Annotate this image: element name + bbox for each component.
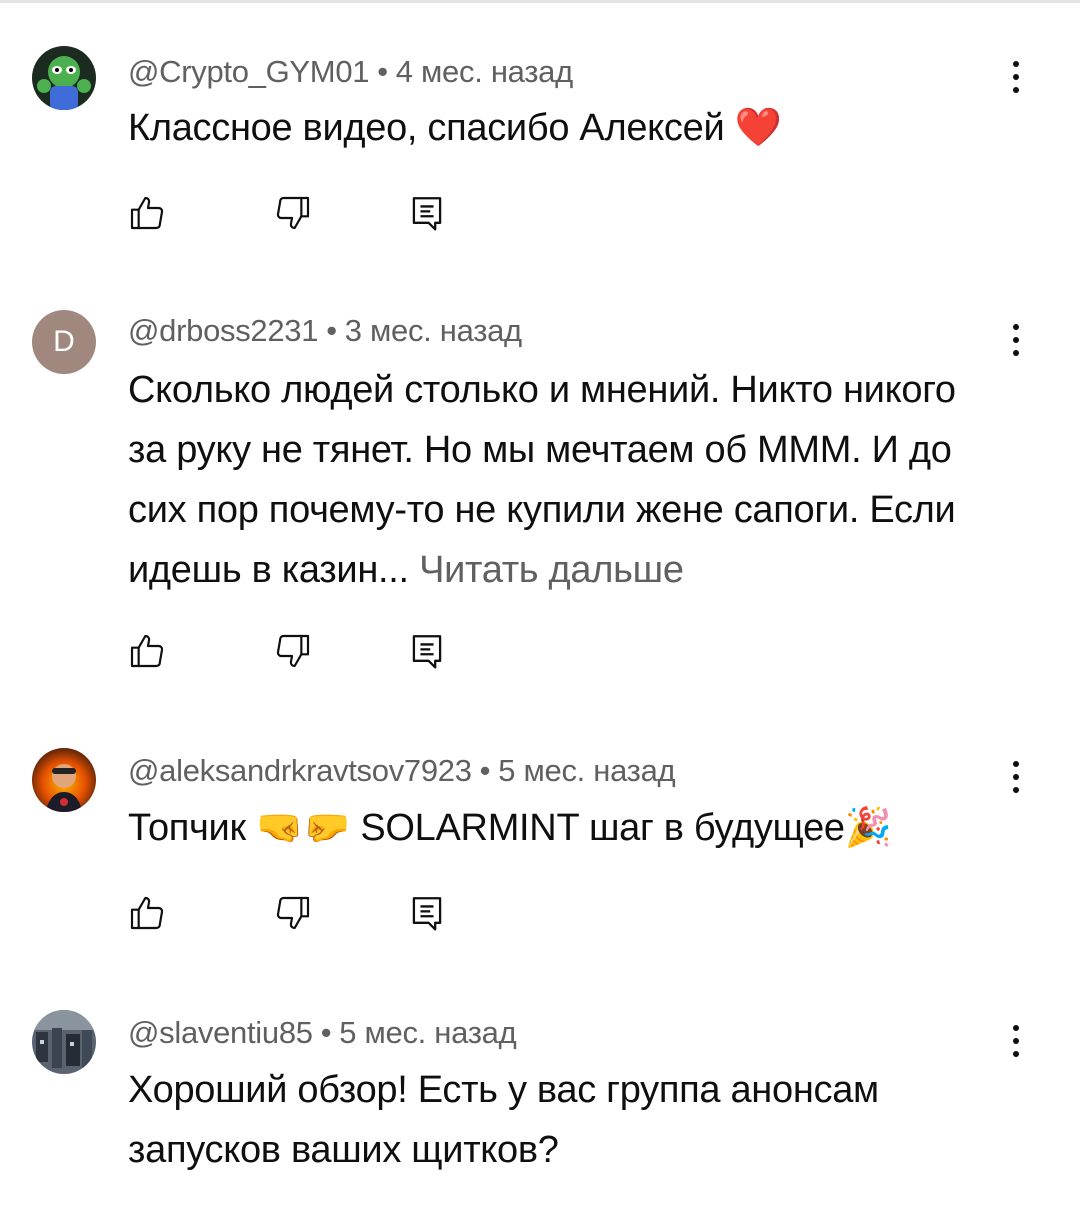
reply-icon: [412, 197, 442, 231]
dislike-button[interactable]: [270, 890, 316, 936]
like-button[interactable]: [124, 190, 170, 236]
comment-actions: [0, 628, 500, 678]
comment-author[interactable]: @drboss2231: [128, 313, 318, 348]
avatar[interactable]: [32, 46, 96, 110]
comment-time[interactable]: 4 мес. назад: [396, 54, 573, 89]
more-vert-icon: [1013, 61, 1019, 67]
dislike-button[interactable]: [270, 190, 316, 236]
comment-time[interactable]: 3 мес. назад: [345, 313, 522, 348]
comment-menu-button[interactable]: [1000, 757, 1032, 797]
avatar[interactable]: [32, 748, 96, 812]
thumbs-up-icon: [130, 896, 164, 930]
comment-author[interactable]: @slaventiu85: [128, 1015, 313, 1050]
comment-author[interactable]: @aleksandrkravtsov7923: [128, 753, 472, 788]
more-vert-icon: [1013, 1025, 1019, 1031]
comment-time[interactable]: 5 мес. назад: [339, 1015, 516, 1050]
comment-menu-button[interactable]: [1000, 320, 1032, 360]
comment-menu-button[interactable]: [1000, 57, 1032, 97]
separator-dot: •: [326, 313, 337, 348]
separator-dot: •: [320, 1015, 332, 1050]
comment-text: Топчик 🤜🤛 SOLARMINT шаг в будущее🎉: [128, 807, 892, 849]
top-divider: [0, 0, 1080, 3]
heart-emoji: ❤️: [734, 107, 782, 149]
reply-icon: [412, 897, 442, 931]
separator-dot: •: [479, 753, 491, 788]
thumbs-down-icon: [276, 634, 310, 668]
party-popper-emoji: 🎉: [844, 807, 892, 849]
dislike-button[interactable]: [270, 628, 316, 674]
reply-button[interactable]: [404, 190, 450, 236]
comment-actions: [0, 890, 500, 940]
comment-time[interactable]: 5 мес. назад: [498, 753, 675, 788]
avatar[interactable]: D: [32, 310, 96, 374]
comment-meta: @aleksandrkravtsov7923 • 5 мес. назад: [128, 753, 676, 789]
avatar[interactable]: [32, 1010, 96, 1074]
comment-text: Классное видео, спасибо Алексей ❤️: [128, 107, 782, 149]
comment-meta: @drboss2231 • 3 мес. назад: [128, 313, 522, 349]
avatar-letter: D: [53, 325, 75, 358]
thumbs-up-icon: [130, 634, 164, 668]
more-vert-icon: [1013, 324, 1019, 330]
comment-meta: @Crypto_GYM01 • 4 мес. назад: [128, 54, 573, 90]
comment-meta: @slaventiu85 • 5 мес. назад: [128, 1015, 517, 1051]
comment-menu-button[interactable]: [1000, 1021, 1032, 1061]
thumbs-down-icon: [276, 196, 310, 230]
reply-button[interactable]: [404, 628, 450, 674]
comment-actions: [0, 190, 500, 240]
more-vert-icon: [1013, 761, 1019, 767]
fist-bump-emoji: 🤜🤛: [256, 807, 351, 849]
reply-button[interactable]: [404, 890, 450, 936]
comment-text: Хороший обзор! Есть у вас группа анонсам…: [128, 1069, 879, 1171]
comment-author[interactable]: @Crypto_GYM01: [128, 54, 370, 89]
like-button[interactable]: [124, 890, 170, 936]
thumbs-up-icon: [130, 196, 164, 230]
like-button[interactable]: [124, 628, 170, 674]
thumbs-down-icon: [276, 896, 310, 930]
read-more-link[interactable]: Читать дальше: [419, 549, 684, 591]
comment-text: Сколько людей столько и мнений. Никто ни…: [128, 369, 956, 591]
separator-dot: •: [377, 54, 388, 89]
reply-icon: [412, 635, 442, 669]
